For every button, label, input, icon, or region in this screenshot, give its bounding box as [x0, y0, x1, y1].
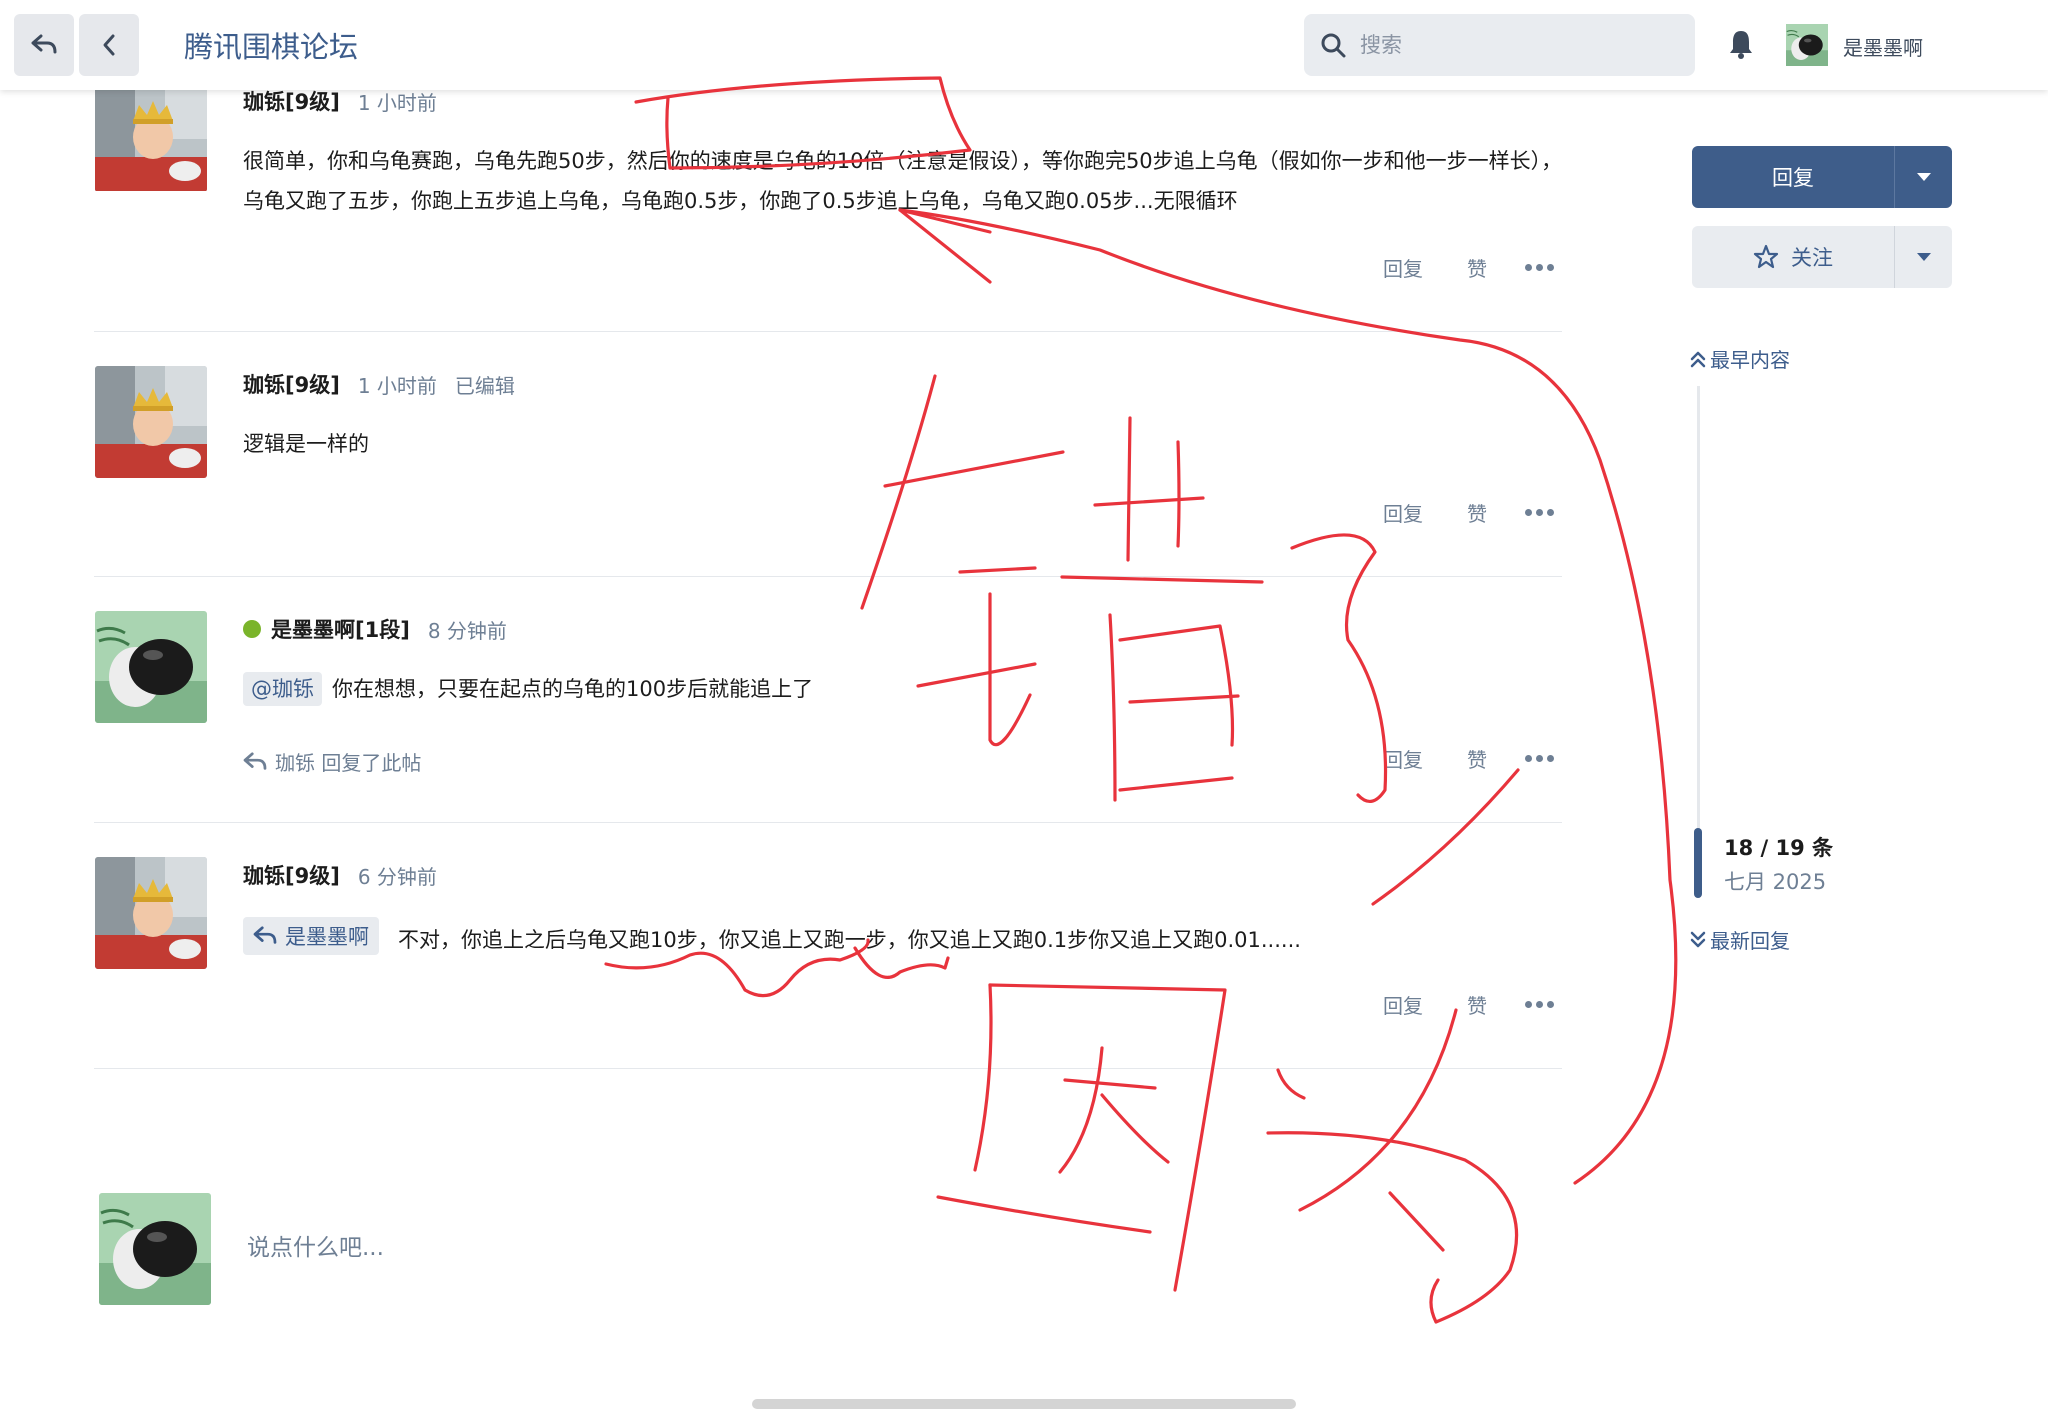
- timeline-scrubber[interactable]: [1694, 828, 1702, 898]
- post-position: 18 / 19 条: [1724, 836, 1834, 860]
- latest-reply-link[interactable]: 最新回复: [1690, 925, 1790, 954]
- post-text: 你在想想，只要在起点的乌龟的100步后就能追上了: [332, 677, 814, 701]
- post-time[interactable]: 1 小时前: [358, 87, 437, 116]
- home-indicator[interactable]: [752, 1399, 1296, 1409]
- post-meta: 珈铄[9级] 1 小时前: [243, 86, 437, 116]
- search-box[interactable]: [1304, 14, 1695, 76]
- post-time[interactable]: 1 小时前: [358, 370, 437, 399]
- chevron-left-icon: [103, 34, 115, 56]
- post-time[interactable]: 6 分钟前: [358, 861, 437, 890]
- reply-button[interactable]: 回复: [1383, 744, 1453, 773]
- search-input[interactable]: [1360, 33, 1680, 57]
- caret-down-icon: [1916, 253, 1931, 261]
- post-divider: [94, 822, 1562, 823]
- post-author[interactable]: 珈铄[9级]: [243, 369, 340, 399]
- user-name[interactable]: 是墨墨啊: [1843, 32, 1923, 61]
- post-time[interactable]: 8 分钟前: [428, 615, 507, 644]
- search-icon: [1321, 33, 1346, 58]
- user-mention[interactable]: @珈铄: [243, 672, 322, 706]
- reply-options-dropdown[interactable]: [1895, 146, 1952, 208]
- timeline-track[interactable]: [1697, 386, 1700, 898]
- post-author[interactable]: 珈铄[9级]: [243, 86, 340, 116]
- replied-to-notice[interactable]: 珈铄 回复了此帖: [243, 747, 421, 776]
- more-options-icon[interactable]: [1525, 264, 1554, 271]
- like-button[interactable]: 赞: [1467, 498, 1519, 527]
- double-chevron-up-icon: [1690, 351, 1706, 367]
- reply-thread-label[interactable]: 回复: [1692, 146, 1894, 208]
- more-options-icon[interactable]: [1525, 755, 1554, 762]
- quoted-user-name: 是墨墨啊: [285, 925, 369, 949]
- post-actions: 回复 赞: [1383, 744, 1554, 773]
- post-body: 不对，你追上之后乌龟又跑10步，你又追上又跑一步，你又追上又跑0.1步你又追上又…: [398, 928, 1301, 952]
- like-button[interactable]: 赞: [1467, 990, 1519, 1019]
- reply-thread-button[interactable]: 回复: [1692, 146, 1952, 208]
- like-button[interactable]: 赞: [1467, 253, 1519, 282]
- back-to-reply-button[interactable]: [14, 14, 74, 76]
- reply-arrow-icon: [253, 926, 277, 944]
- follow-options-dropdown[interactable]: [1895, 226, 1952, 288]
- reply-button[interactable]: 回复: [1383, 498, 1453, 527]
- latest-reply-label: 最新回复: [1710, 929, 1790, 953]
- more-options-icon[interactable]: [1525, 1001, 1554, 1008]
- star-icon: [1753, 244, 1779, 269]
- post-author-avatar[interactable]: [95, 79, 207, 192]
- double-chevron-down-icon: [1690, 931, 1706, 947]
- reply-button[interactable]: 回复: [1383, 253, 1453, 282]
- post-meta: 是墨墨啊[1段] 8 分钟前: [243, 614, 507, 644]
- post-body: @珈铄 你在想想，只要在起点的乌龟的100步后就能追上了: [243, 669, 1563, 709]
- post-author[interactable]: 是墨墨啊[1段]: [271, 614, 410, 644]
- post-divider: [94, 576, 1562, 577]
- like-button[interactable]: 赞: [1467, 744, 1519, 773]
- post-meta: 珈铄[9级] 1 小时前 已编辑: [243, 369, 515, 399]
- back-button[interactable]: [79, 14, 139, 76]
- post-body: 逻辑是一样的: [243, 432, 369, 456]
- reply-input[interactable]: 说点什么吧...: [247, 1228, 384, 1262]
- post-divider: [94, 331, 1562, 332]
- reply-arrow-icon: [243, 751, 267, 770]
- follow-main[interactable]: 关注: [1692, 226, 1894, 288]
- post-actions: 回复 赞: [1383, 990, 1554, 1019]
- more-options-icon[interactable]: [1525, 509, 1554, 516]
- post-actions: 回复 赞: [1383, 253, 1554, 282]
- post-date: 七月 2025: [1724, 870, 1827, 894]
- replied-to-text: 珈铄 回复了此帖: [275, 751, 422, 775]
- follow-button[interactable]: 关注: [1692, 226, 1952, 288]
- follow-label: 关注: [1791, 246, 1833, 270]
- earliest-content-label: 最早内容: [1710, 348, 1790, 372]
- online-status-icon: [243, 620, 261, 638]
- post-author-avatar[interactable]: [95, 366, 207, 478]
- bell-icon[interactable]: [1727, 28, 1755, 60]
- post-divider: [94, 1068, 1562, 1069]
- caret-down-icon: [1916, 173, 1931, 181]
- edited-label[interactable]: 已编辑: [455, 370, 515, 399]
- quoted-user-chip[interactable]: 是墨墨啊: [243, 917, 379, 955]
- post-author-avatar[interactable]: [95, 857, 207, 969]
- post-body: 很简单，你和乌龟赛跑，乌龟先跑50步，然后你的速度是乌龟的10倍（注意是假设），…: [243, 149, 1563, 213]
- post-meta: 珈铄[9级] 6 分钟前: [243, 860, 437, 890]
- user-avatar[interactable]: [1786, 24, 1828, 66]
- earliest-content-link[interactable]: 最早内容: [1690, 344, 1790, 373]
- top-bar: 腾讯围棋论坛 是墨墨啊: [0, 0, 2048, 90]
- reply-button[interactable]: 回复: [1383, 990, 1453, 1019]
- post-author-avatar[interactable]: [95, 611, 207, 723]
- composer-avatar: [99, 1193, 211, 1305]
- post-author[interactable]: 珈铄[9级]: [243, 860, 340, 890]
- post-actions: 回复 赞: [1383, 498, 1554, 527]
- forum-title[interactable]: 腾讯围棋论坛: [184, 24, 358, 66]
- reply-arrow-icon: [31, 34, 57, 54]
